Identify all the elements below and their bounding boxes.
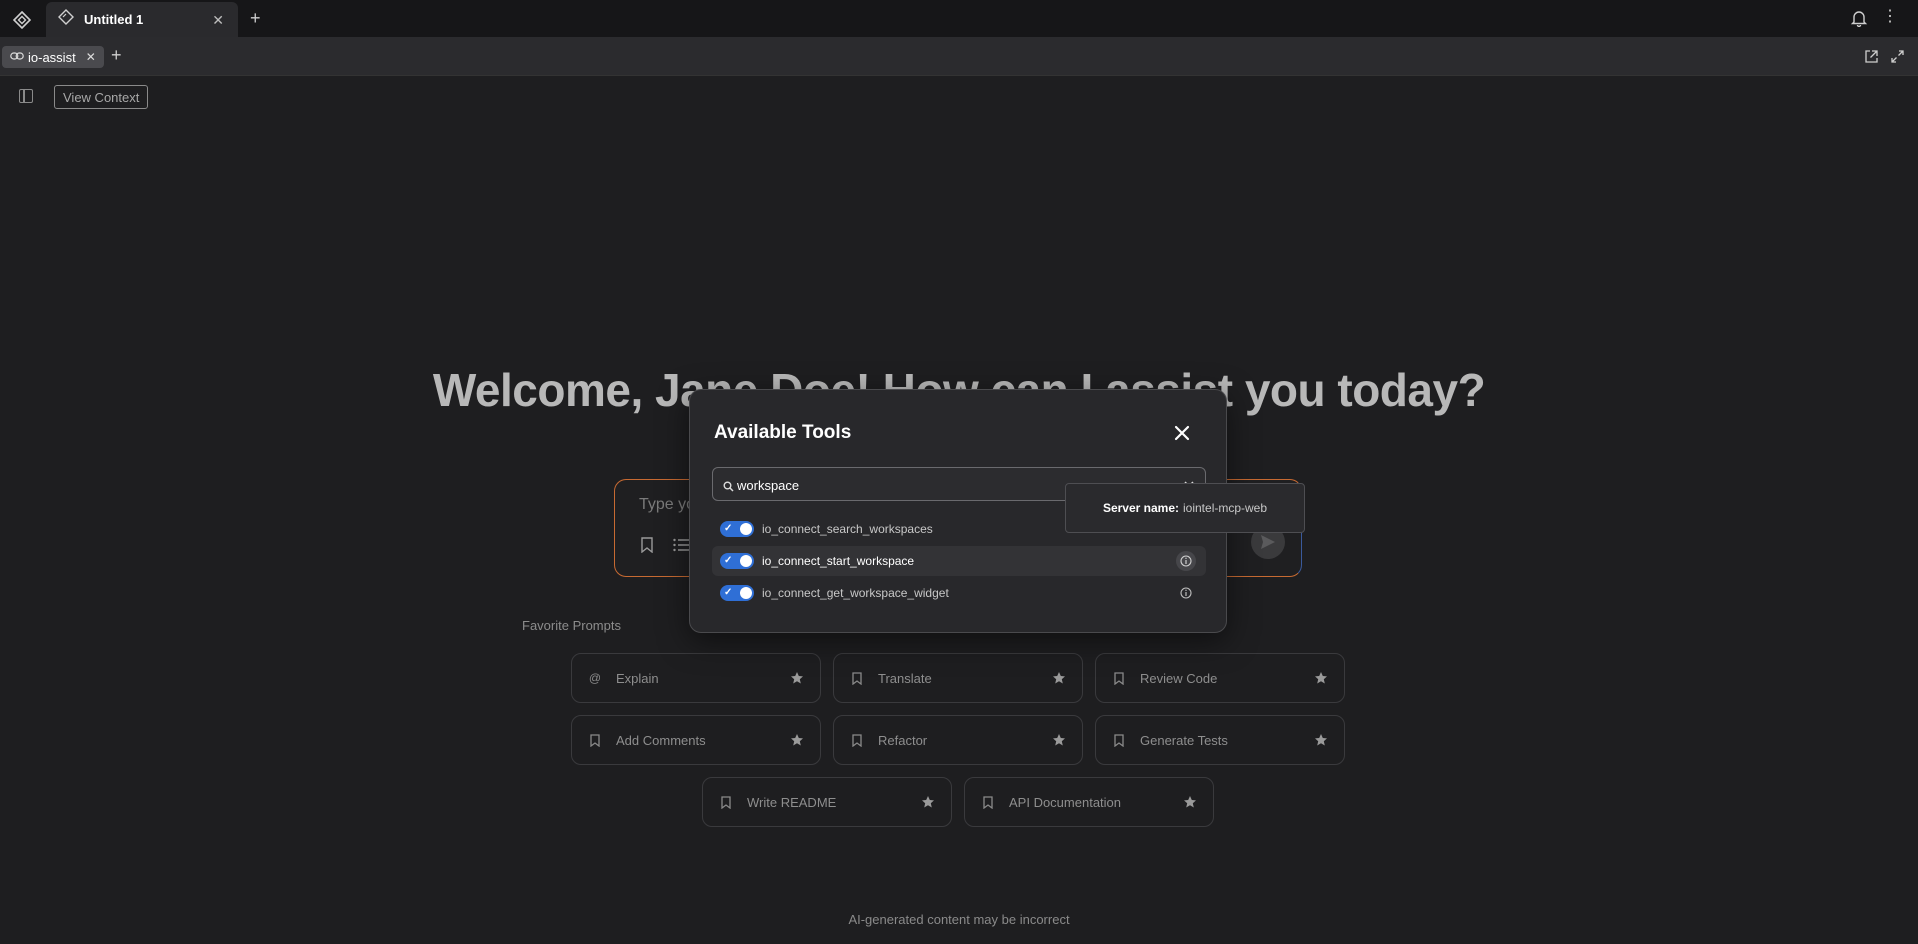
info-icon[interactable] bbox=[1176, 583, 1196, 603]
prompt-card-explain[interactable]: @ Explain bbox=[571, 653, 821, 703]
bookmark-icon bbox=[719, 795, 733, 809]
view-context-button[interactable]: View Context bbox=[54, 85, 149, 109]
tooltip-key: Server name: bbox=[1102, 501, 1179, 515]
app-bar: io-assist ✕ + bbox=[0, 37, 1918, 76]
check-icon: ✓ bbox=[724, 523, 733, 534]
bookmark-icon bbox=[1112, 733, 1126, 747]
star-icon[interactable] bbox=[790, 671, 804, 685]
check-icon: ✓ bbox=[724, 587, 733, 598]
top-tab-bar: Untitled 1 ✕ + ⋮ bbox=[0, 0, 1918, 37]
sidebar-toggle-icon[interactable] bbox=[19, 89, 33, 103]
tab-title: Untitled 1 bbox=[84, 12, 144, 27]
tooltip-value: iointel-mcp-web bbox=[1183, 501, 1268, 515]
prompt-label: Translate bbox=[878, 670, 932, 686]
bookmark-icon bbox=[850, 671, 864, 685]
prompt-label: API Documentation bbox=[1009, 794, 1122, 810]
info-icon[interactable] bbox=[1176, 551, 1196, 571]
prompt-card-write-readme[interactable]: Write README bbox=[702, 777, 952, 827]
open-external-icon[interactable] bbox=[1864, 49, 1880, 65]
star-icon[interactable] bbox=[790, 733, 804, 747]
notifications-bell-icon[interactable] bbox=[1850, 9, 1868, 28]
prompt-label: Add Comments bbox=[616, 732, 706, 748]
prompt-label: Generate Tests bbox=[1140, 732, 1228, 748]
search-icon bbox=[723, 479, 734, 492]
star-icon[interactable] bbox=[1314, 671, 1328, 685]
prompt-card-api-documentation[interactable]: API Documentation bbox=[964, 777, 1214, 827]
star-icon[interactable] bbox=[1183, 795, 1197, 809]
favorite-prompts-heading: Favorite Prompts bbox=[522, 618, 621, 633]
tool-row[interactable]: ✓ io_connect_get_workspace_widget bbox=[712, 578, 1206, 608]
send-icon bbox=[1261, 535, 1275, 549]
modal-title: Available Tools bbox=[714, 422, 852, 443]
workspace-diamond-icon bbox=[58, 9, 74, 30]
tool-toggle[interactable]: ✓ bbox=[720, 585, 754, 601]
tool-row[interactable]: ✓ io_connect_start_workspace bbox=[712, 546, 1206, 576]
prompt-card-refactor[interactable]: Refactor bbox=[833, 715, 1083, 765]
prompt-label: Write README bbox=[747, 794, 837, 810]
star-icon[interactable] bbox=[1314, 733, 1328, 747]
star-icon[interactable] bbox=[921, 795, 935, 809]
tool-name: io_connect_get_workspace_widget bbox=[762, 586, 949, 600]
tool-name: io_connect_search_workspaces bbox=[762, 522, 933, 536]
bookmark-icon bbox=[1112, 671, 1126, 685]
tab-close-button[interactable]: ✕ bbox=[212, 12, 224, 29]
prompt-card-generate-tests[interactable]: Generate Tests bbox=[1095, 715, 1345, 765]
at-icon: @ bbox=[588, 671, 602, 685]
bookmark-icon bbox=[588, 733, 602, 747]
tool-toggle[interactable]: ✓ bbox=[720, 521, 754, 537]
add-app-button[interactable]: + bbox=[111, 45, 122, 66]
more-options-icon[interactable]: ⋮ bbox=[1882, 8, 1898, 26]
new-tab-button[interactable]: + bbox=[250, 8, 261, 29]
star-icon[interactable] bbox=[1052, 671, 1066, 685]
app-logo-icon[interactable] bbox=[12, 10, 32, 30]
check-icon: ✓ bbox=[724, 555, 733, 566]
expand-icon[interactable] bbox=[1890, 49, 1906, 65]
prompt-label: Refactor bbox=[878, 732, 928, 748]
pill-label: io-assist bbox=[28, 49, 76, 65]
bookmark-icon bbox=[850, 733, 864, 747]
io-assist-pill[interactable]: io-assist ✕ bbox=[2, 46, 104, 68]
close-icon[interactable] bbox=[1174, 425, 1190, 441]
server-name-tooltip: Server name: iointel-mcp-web bbox=[1065, 483, 1305, 533]
list-icon[interactable] bbox=[673, 538, 689, 552]
tool-toggle[interactable]: ✓ bbox=[720, 553, 754, 569]
prompt-label: Explain bbox=[616, 670, 659, 686]
tab-untitled-1[interactable]: Untitled 1 ✕ bbox=[46, 2, 238, 37]
prompt-card-add-comments[interactable]: Add Comments bbox=[571, 715, 821, 765]
prompt-card-translate[interactable]: Translate bbox=[833, 653, 1083, 703]
prompt-label: Review Code bbox=[1140, 670, 1218, 686]
ai-disclaimer: AI-generated content may be incorrect bbox=[848, 912, 1070, 927]
bookmark-icon bbox=[981, 795, 995, 809]
bookmark-icon[interactable] bbox=[641, 537, 653, 554]
link-icon bbox=[10, 48, 24, 66]
pill-close-button[interactable]: ✕ bbox=[86, 50, 96, 64]
tool-name: io_connect_start_workspace bbox=[762, 554, 915, 568]
prompt-card-review-code[interactable]: Review Code bbox=[1095, 653, 1345, 703]
star-icon[interactable] bbox=[1052, 733, 1066, 747]
